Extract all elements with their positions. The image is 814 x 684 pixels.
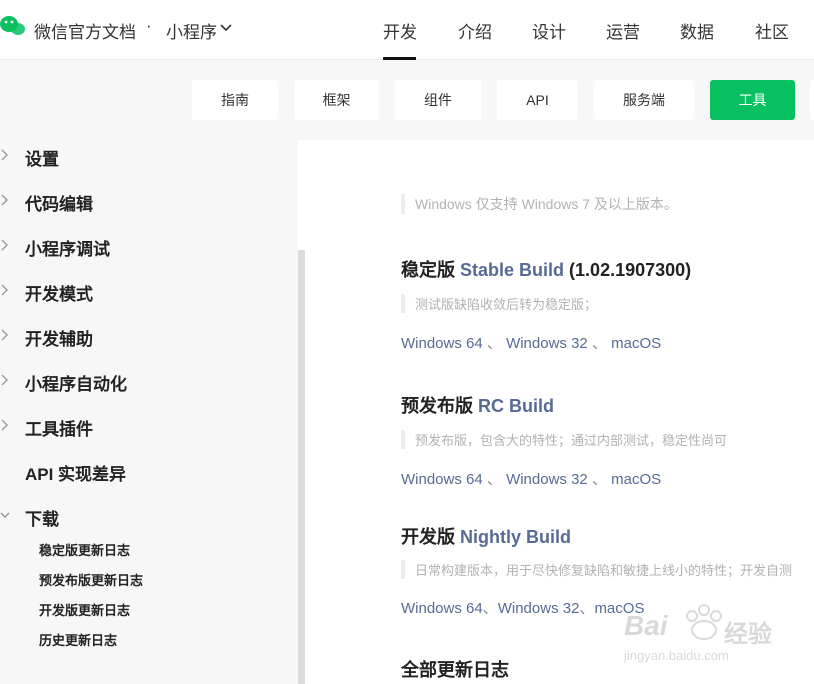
chevron-right-icon — [1, 374, 8, 386]
tab-components[interactable]: 组件 — [395, 80, 481, 120]
product-switcher[interactable]: 小程序 — [166, 18, 217, 43]
nav-design[interactable]: 设计 — [532, 18, 566, 43]
nav-operations[interactable]: 运营 — [606, 18, 640, 43]
nightly-link-win32[interactable]: Windows 32 — [498, 600, 580, 617]
link-separator: 、 — [486, 335, 502, 352]
nightly-download-links: Windows 64、Windows 32、macOS — [401, 597, 644, 618]
all-changelog-heading: 全部更新日志 — [401, 660, 509, 680]
chevron-right-icon — [1, 284, 8, 296]
sidebar-item-label: API 实现差异 — [25, 465, 127, 484]
sidebar-item-label: 下载 — [25, 510, 59, 529]
chevron-down-icon[interactable] — [220, 23, 232, 33]
sidebar-subitem-stable-log[interactable]: 稳定版更新日志 — [39, 540, 130, 559]
nightly-build-heading: 开发版 Nightly Build — [401, 523, 571, 549]
rc-link-win32[interactable]: Windows 32 — [506, 471, 588, 488]
stable-build-heading: 稳定版 Stable Build (1.02.1907300) — [401, 256, 691, 282]
rc-download-links: Windows 64 、 Windows 32 、 macOS — [401, 468, 661, 489]
chevron-right-icon — [1, 329, 8, 341]
wechat-logo-icon[interactable] — [0, 14, 26, 38]
watermark-brand: Bai — [624, 610, 668, 641]
sidebar-item-label: 小程序调试 — [25, 240, 110, 259]
nav-intro[interactable]: 介绍 — [458, 18, 492, 43]
sidebar-item-api-differences[interactable]: API 实现差异 — [0, 455, 290, 485]
sidebar-item-settings[interactable]: 设置 — [0, 140, 290, 170]
link-separator: 、 — [579, 600, 595, 617]
stable-version: (1.02.1907300) — [569, 260, 692, 280]
nightly-link-win64[interactable]: Windows 64 — [401, 600, 483, 617]
sidebar-item-dev-assist[interactable]: 开发辅助 — [0, 320, 290, 350]
stable-build-note: 测试版缺陷收敛后转为稳定版； — [401, 294, 597, 313]
stable-link-win32[interactable]: Windows 32 — [506, 335, 588, 352]
tab-tools[interactable]: 工具 — [710, 80, 795, 120]
top-header: 微信官方文档 · 小程序 开发 介绍 设计 运营 数据 社区 — [0, 0, 814, 60]
nav-community[interactable]: 社区 — [755, 18, 789, 43]
sidebar-item-label: 开发辅助 — [25, 330, 93, 349]
heading-en: RC Build — [478, 396, 555, 416]
chevron-right-icon — [1, 419, 8, 431]
windows-support-note: Windows 仅支持 Windows 7 及以上版本。 — [401, 194, 678, 214]
nav-data[interactable]: 数据 — [680, 18, 714, 43]
sidebar-item-dev-mode[interactable]: 开发模式 — [0, 275, 290, 305]
sidebar-item-automation[interactable]: 小程序自动化 — [0, 365, 290, 395]
chevron-down-icon — [0, 512, 10, 518]
stable-link-macos[interactable]: macOS — [611, 335, 661, 352]
watermark-brand-suffix: 经验 — [724, 621, 772, 648]
sidebar-item-download[interactable]: 下载 — [0, 500, 290, 530]
sidebar-item-label: 开发模式 — [25, 285, 93, 304]
stable-link-win64[interactable]: Windows 64 — [401, 335, 483, 352]
watermark-url: jingyan.baidu.com — [624, 648, 729, 663]
nav-develop[interactable]: 开发 — [383, 18, 417, 43]
rc-link-macos[interactable]: macOS — [611, 471, 661, 488]
heading-cn: 稳定版 — [401, 260, 455, 280]
chevron-right-icon — [1, 194, 8, 206]
link-separator: 、 — [482, 600, 498, 617]
tab-server[interactable]: 服务端 — [594, 80, 694, 120]
sidebar-item-code-editing[interactable]: 代码编辑 — [0, 185, 290, 215]
page: 微信官方文档 · 小程序 开发 介绍 设计 运营 数据 社区 指南 框架 组件 … — [0, 0, 814, 684]
sidebar-subitem-nightly-log[interactable]: 开发版更新日志 — [39, 600, 130, 619]
tab-guide[interactable]: 指南 — [192, 80, 278, 120]
sidebar-item-label: 小程序自动化 — [25, 375, 127, 394]
rc-link-win64[interactable]: Windows 64 — [401, 471, 483, 488]
heading-cn: 预发布版 — [401, 396, 473, 416]
sidebar-item-label: 代码编辑 — [25, 195, 93, 214]
heading-en: Stable Build — [460, 260, 565, 280]
sidebar-item-debugging[interactable]: 小程序调试 — [0, 230, 290, 260]
tab-overflow[interactable] — [810, 80, 814, 120]
chevron-right-icon — [1, 239, 8, 251]
site-title[interactable]: 微信官方文档 — [34, 18, 136, 43]
heading-cn: 开发版 — [401, 527, 455, 547]
sidebar-subitem-history-log[interactable]: 历史更新日志 — [39, 630, 117, 649]
link-separator: 、 — [591, 335, 607, 352]
sidebar-item-label: 设置 — [25, 150, 59, 169]
title-separator: · — [146, 16, 152, 35]
link-separator: 、 — [486, 471, 502, 488]
rc-build-note: 预发布版，包含大的特性；通过内部测试，稳定性尚可 — [401, 430, 727, 449]
sidebar-subitem-rc-log[interactable]: 预发布版更新日志 — [39, 570, 143, 589]
baidu-jingyan-watermark: Bai 经验 jingyan.baidu.com — [620, 596, 800, 668]
stable-download-links: Windows 64 、 Windows 32 、 macOS — [401, 332, 661, 353]
sub-nav: 指南 框架 组件 API 服务端 工具 — [0, 60, 814, 140]
sidebar-item-label: 工具插件 — [25, 420, 93, 439]
heading-en: Nightly Build — [460, 527, 572, 547]
tab-api[interactable]: API — [497, 80, 578, 120]
sidebar-scrollbar-thumb[interactable] — [298, 250, 305, 684]
tab-framework[interactable]: 框架 — [294, 80, 379, 120]
sidebar-item-plugins[interactable]: 工具插件 — [0, 410, 290, 440]
nightly-build-note: 日常构建版本，用于尽快修复缺陷和敏捷上线小的特性；开发自测 — [401, 560, 792, 579]
link-separator: 、 — [591, 471, 607, 488]
rc-build-heading: 预发布版 RC Build — [401, 392, 554, 418]
chevron-right-icon — [1, 149, 8, 161]
